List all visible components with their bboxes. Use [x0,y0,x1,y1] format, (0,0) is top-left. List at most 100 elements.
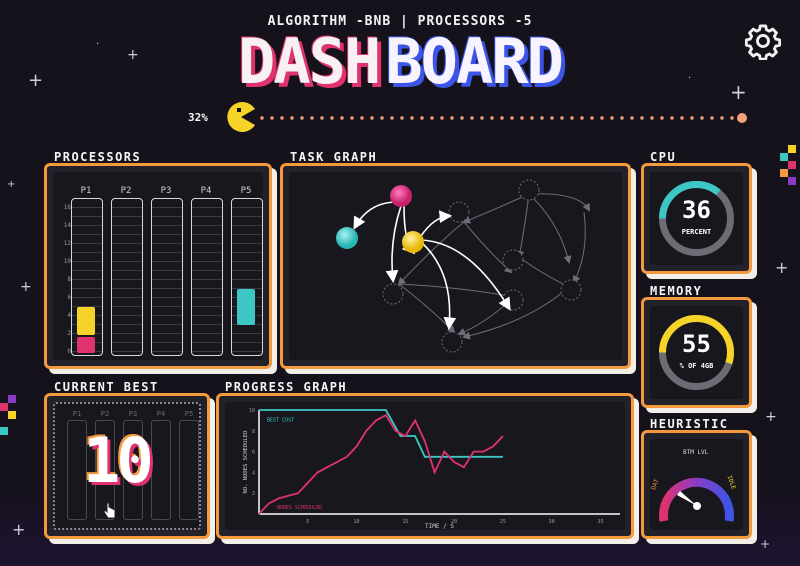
progress-dot [380,116,384,120]
best-column-label: P5 [184,410,194,418]
x-tick-label: 30 [549,519,555,525]
progress-dot [310,116,314,120]
progress-dot [400,116,404,120]
task-block [237,289,255,325]
pixel-decoration [0,395,16,435]
series-label: BEST COST [267,417,294,423]
progress-dot [620,116,624,120]
progress-dot [320,116,324,120]
graph-node[interactable] [390,185,412,207]
graph-node[interactable] [336,227,358,249]
sparkle: + [760,537,771,551]
y-tick-label: 0 [67,348,71,355]
progress-dot [580,116,584,120]
progress-dot [730,116,734,120]
x-tick-label: 15 [402,519,408,525]
processors-panel: 16 14 12 10 8 6 4 2 0 P1 P2 P3 P4 P5 [44,163,272,369]
heuristic-inner: BTM LVL DAT IDLE [650,439,743,530]
graph-edges-inactive [397,193,590,340]
x-axis-label: TIME / S [425,523,454,530]
current-best-value: 10 [83,424,154,497]
processor-column [191,198,223,356]
cpu-unit: PERCENT [681,228,712,236]
cpu-label: CPU [650,150,677,164]
progress-chart: 5 10 15 20 25 30 35108642TIME / SNO. NODES SCH… [243,408,620,530]
cpu-panel: 36 PERCENT [641,163,752,274]
y-tick-label: 6 [67,294,71,301]
y-tick-label: 10 [249,408,255,414]
processor-column [151,198,183,356]
progress-dot [660,116,664,120]
progress-dot [510,116,514,120]
progress-dot [330,116,334,120]
heuristic-label: HEURISTIC [650,417,729,431]
progress-dot [350,116,354,120]
y-tick-label: 4 [252,470,255,476]
processor-label: P5 [240,186,252,196]
sparkle: + [12,520,26,539]
sparkle: + [765,409,777,425]
memory-unit: % OF 4GB [679,362,714,370]
task-block [77,337,95,353]
y-tick-label: 4 [67,312,71,319]
progress-dot [700,116,704,120]
progress-dot [410,116,414,120]
best-column-label: P2 [100,410,110,418]
graph-nodes-inactive [382,179,582,353]
progress-dot [390,116,394,120]
y-tick-label: 12 [63,240,71,247]
gear-icon[interactable] [744,22,782,60]
processor-column [111,198,143,356]
cursor-hand-icon [103,502,116,519]
progress-dot [710,116,714,120]
graph-node[interactable] [402,231,424,253]
best-column-label: P1 [72,410,82,418]
progress-dot [640,116,644,120]
x-tick-label: 10 [354,519,360,525]
progress-dot [420,116,424,120]
progress-dot [450,116,454,120]
progress-graph-label: PROGRESS GRAPH [225,380,348,394]
processor-label: P1 [80,186,92,196]
progress-dot [370,116,374,120]
progress-dot [650,116,654,120]
y-tick-label: 8 [67,276,71,283]
progress-dot [430,116,434,120]
processor-label: P4 [200,186,212,196]
task-graph-canvas [289,172,622,360]
progress-dot [590,116,594,120]
task-graph-panel [280,163,631,369]
pixel-decoration [780,145,796,185]
title-dash: DASH [238,25,381,98]
progress-dot [500,116,504,120]
processor-label: P3 [160,186,172,196]
y-tick-label: 2 [67,330,71,337]
progress-dot [300,116,304,120]
heuristic-panel: BTM LVL DAT IDLE [641,430,752,539]
progress-dot [490,116,494,120]
sparkle: + [20,279,32,295]
y-tick-label: 6 [252,450,255,456]
best-column-label: P3 [128,410,138,418]
progress-graph-inner: 5 10 15 20 25 30 35 10 8 6 4 2 TIME / S NO. NODES SCH… [225,402,625,530]
progress-dot [480,116,484,120]
progress-percent: 32% [188,111,208,124]
series-label: NODES SCHEDULED [277,505,322,511]
processors-label: PROCESSORS [54,150,142,164]
sparkle: + [775,258,789,277]
x-tick-label: 25 [500,519,506,525]
processor-column [71,198,103,356]
best-column [179,420,199,520]
progress-dot [280,116,284,120]
sparkle: + [7,179,16,190]
title-board: BOARD [385,25,564,98]
x-tick-label: 35 [597,519,603,525]
y-axis-label: NO. NODES SCHEDULED [243,431,249,494]
memory-value: 55 [682,330,711,358]
best-column-label: P4 [156,410,166,418]
processors-panel-inner: 16 14 12 10 8 6 4 2 0 P1 P2 P3 P4 P5 [53,172,263,360]
progress-dot [540,116,544,120]
progress-dot [610,116,614,120]
y-tick-label: 16 [63,204,71,211]
pacman-icon [227,102,255,132]
